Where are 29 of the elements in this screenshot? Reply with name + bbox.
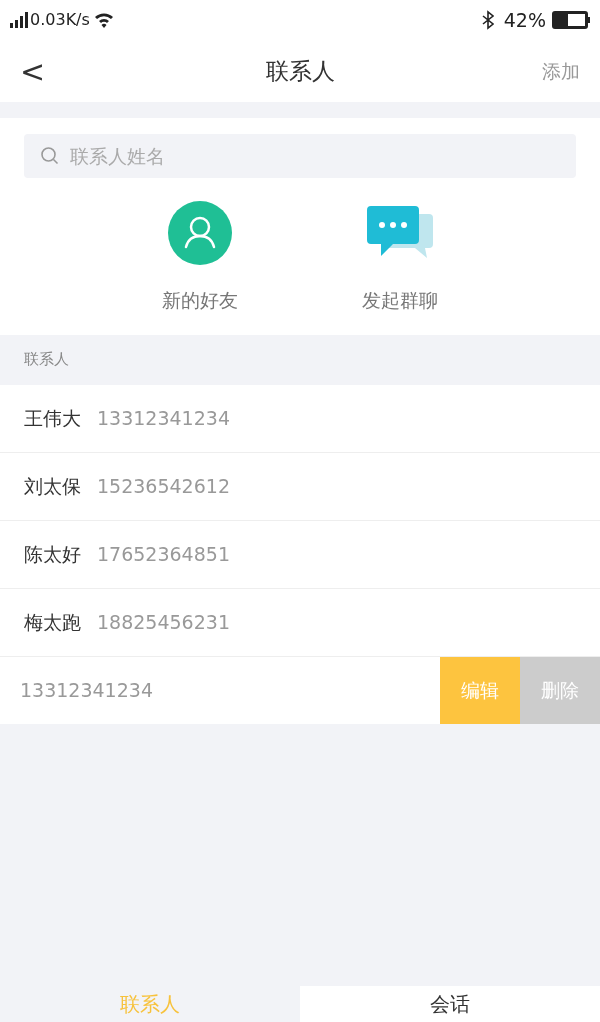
add-button[interactable]: 添加 [520,56,580,86]
network-speed: 0.03K/s [30,9,90,31]
contact-phone: 15236542612 [97,473,230,499]
person-icon [168,201,232,265]
tab[interactable]: 会话 [300,986,600,1022]
contact-row[interactable]: 梅太跑 18825456231 [0,588,600,657]
contact-phone: 13312341234 [20,677,154,703]
contact-row[interactable]: 王伟大 13312341234 [0,384,600,453]
search-field[interactable]: 联系人姓名 [24,134,576,178]
contact-name: 陈太好 [24,541,81,567]
contact-name: 梅太跑 [24,609,81,635]
shortcut-label[interactable]: 发起群聊 [362,286,438,315]
page-title: 联系人 [264,56,336,86]
battery-percent: 42% [503,7,546,33]
back-button[interactable]: < [20,48,80,94]
shortcut-label[interactable]: 新的好友 [162,286,238,315]
battery-icon [552,11,588,29]
contact-phone: 18825456231 [97,609,230,635]
contact-phone: 13312341234 [97,405,230,431]
contact-phone: 17652364851 [97,541,230,567]
wifi-icon [93,12,114,28]
search-icon [40,146,60,166]
contact-name: 王伟大 [24,405,81,431]
section-header: 联系人 [24,349,69,371]
contact-row[interactable]: 刘太保 15236542612 [0,452,600,521]
signal-icon [10,12,28,28]
contact-name: 刘太保 [24,473,81,499]
contact-row[interactable]: 陈太好 17652364851 [0,520,600,589]
bluetooth-icon [481,10,494,30]
